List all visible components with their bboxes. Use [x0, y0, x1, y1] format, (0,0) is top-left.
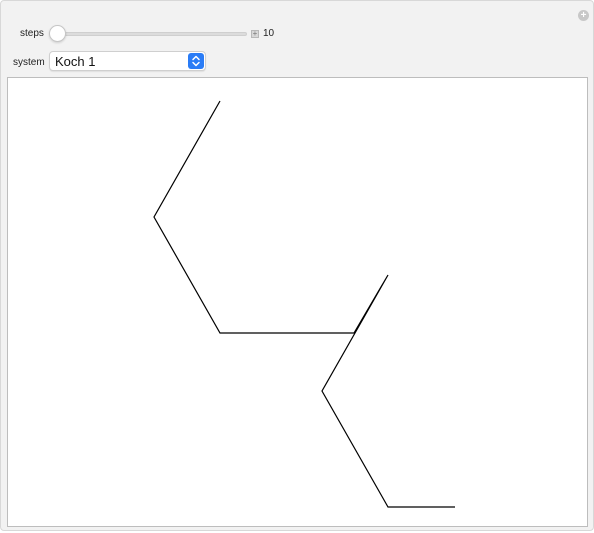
steps-slider-thumb[interactable]	[49, 25, 66, 42]
steps-label: steps	[20, 28, 44, 39]
system-select-value: Koch 1	[55, 54, 96, 69]
plus-circle-icon[interactable]: +	[578, 10, 589, 21]
steps-slider[interactable]	[50, 32, 247, 36]
system-label: system	[13, 57, 45, 68]
steps-value: 10	[263, 28, 275, 39]
plus-square-icon[interactable]: +	[251, 30, 259, 38]
koch-curve	[153, 100, 455, 508]
plot-svg	[153, 100, 455, 508]
plot-area	[7, 77, 588, 527]
system-select[interactable]: Koch 1	[49, 51, 206, 71]
manipulate-panel: + steps + 10 system Koch 1	[0, 0, 594, 531]
chevron-up-down-icon[interactable]	[188, 53, 204, 69]
